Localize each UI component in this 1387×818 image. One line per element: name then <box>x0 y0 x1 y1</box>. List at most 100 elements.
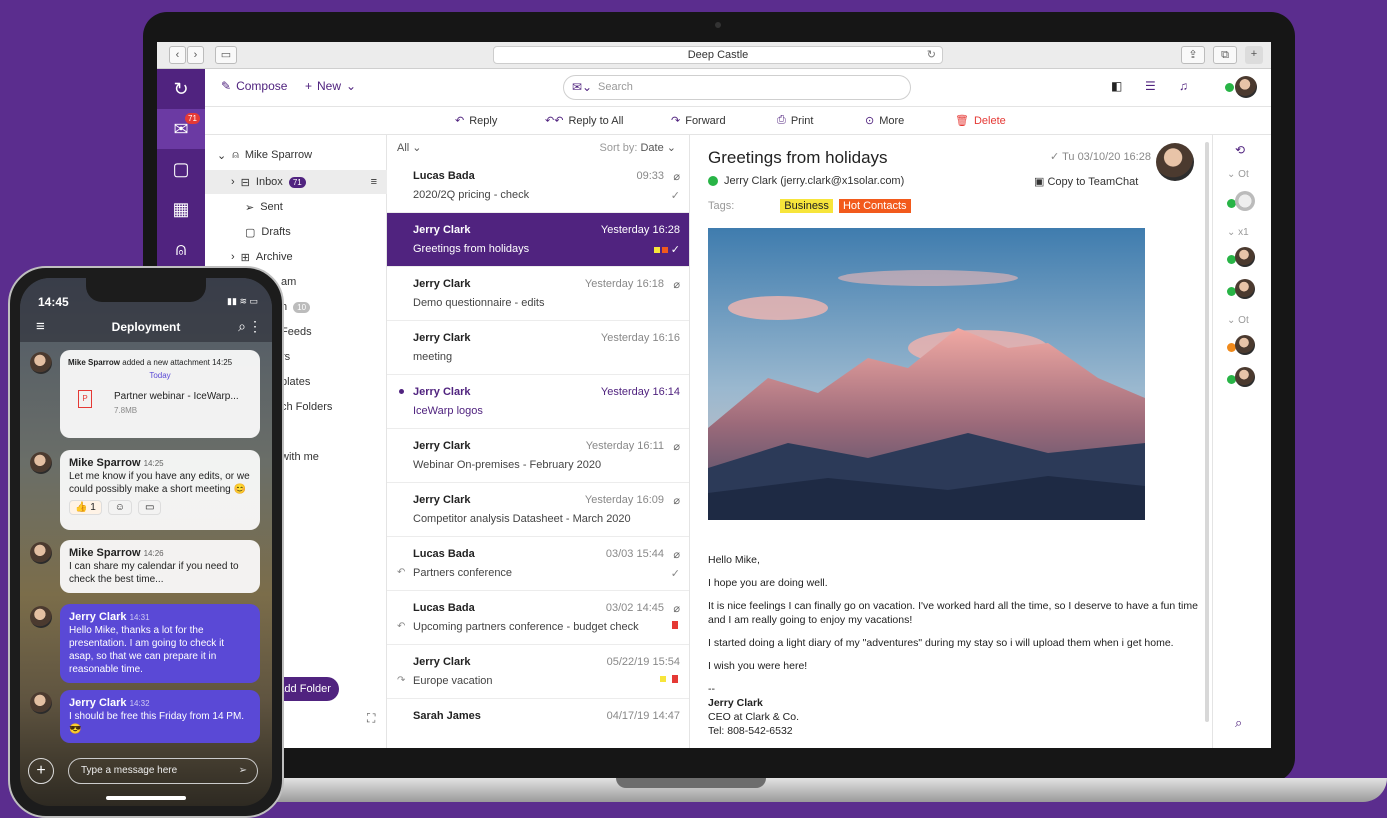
kebab-menu-icon[interactable]: ⋮ <box>248 318 262 335</box>
mail-icon[interactable]: ✉ 71 <box>157 109 205 149</box>
filter-list-icon[interactable]: ☰ <box>1145 79 1156 93</box>
plus-icon: + <box>305 79 313 93</box>
message-date: 03/03 15:44 <box>605 548 664 560</box>
message-row-unread[interactable]: Jerry Clark IceWarp logos Yesterday 16:1… <box>387 375 689 429</box>
filter-dropdown[interactable]: All ⌄ <box>397 141 422 154</box>
tree-icon[interactable]: ⛶ <box>367 711 375 726</box>
message-row[interactable]: Jerry Clark ↷ Europe vacation 05/22/19 1… <box>387 645 689 699</box>
search-icon[interactable]: ⌕ <box>1235 715 1242 731</box>
more-button[interactable]: ⊙ More <box>865 114 904 128</box>
add-reaction-icon[interactable]: ☺ <box>107 500 133 515</box>
flag-icon[interactable] <box>672 675 678 683</box>
thumbs-up-reaction[interactable]: 👍 1 <box>69 500 102 515</box>
menu-icon[interactable]: ≡ <box>371 176 377 188</box>
email-date: ✓ Tu 03/10/20 16:28 <box>1050 150 1151 163</box>
contact-group[interactable]: ⌄ x1 <box>1227 227 1249 238</box>
file-name[interactable]: Partner webinar - IceWarp... <box>114 390 239 403</box>
forward-button[interactable]: ↷ Forward <box>671 114 726 128</box>
contact-group[interactable]: ⌄ Ot <box>1227 169 1249 180</box>
chat-message: Mike Sparrow 14:26 I can share my calend… <box>60 540 260 593</box>
compose-button[interactable]: ✎ Compose <box>221 79 287 93</box>
email-paragraph: I hope you are doing well. <box>708 577 828 589</box>
forwarded-icon: ↷ <box>397 675 406 686</box>
message-from: Jerry Clark <box>413 656 471 668</box>
calendar-icon[interactable]: ▦ <box>157 189 205 229</box>
message-row[interactable]: Jerry Clark meeting Yesterday 16:16 <box>387 321 689 375</box>
reply-button[interactable]: ↶ Reply <box>455 114 497 128</box>
sidebar-toggle-icon[interactable]: ▭ <box>215 46 237 64</box>
reply-thread-icon[interactable]: ▭ <box>138 500 162 515</box>
tag-business-marker <box>654 247 660 253</box>
history-icon[interactable]: ⟲ <box>1235 143 1245 157</box>
contact-avatar[interactable] <box>1235 247 1255 267</box>
message-row[interactable]: Sarah James 04/17/19 14:47 <box>387 699 689 748</box>
message-row[interactable]: Lucas Bada 2020/2Q pricing - check 09:33… <box>387 159 689 213</box>
printer-icon: ⎙ <box>777 114 786 126</box>
message-subject: Europe vacation <box>413 675 493 687</box>
message-row[interactable]: Lucas Bada ↶ Upcoming partners conferenc… <box>387 591 689 645</box>
email-subject: Greetings from holidays <box>708 148 888 167</box>
folder-sent[interactable]: ➢ Sent <box>205 195 387 219</box>
contact-avatar[interactable] <box>1235 367 1255 387</box>
sender-avatar[interactable] <box>1156 143 1194 181</box>
delete-button[interactable]: 🗑 Delete <box>955 114 1006 128</box>
tabs-icon[interactable]: ⧉ <box>1213 46 1237 64</box>
message-row-selected[interactable]: Jerry Clark Greetings from holidays Yest… <box>387 213 689 267</box>
draft-icon: ▢ <box>245 226 256 239</box>
print-button[interactable]: ⎙ Print <box>777 114 813 127</box>
day-divider: Today <box>149 371 171 380</box>
search-icon[interactable]: ⌕ <box>238 318 246 335</box>
message-author: Jerry Clark 14:31 <box>69 611 251 624</box>
envelope-filter-icon[interactable]: ✉⌄ <box>572 76 592 99</box>
layout-icon[interactable]: ◧ <box>1111 79 1122 93</box>
chat-icon[interactable]: ▢ <box>157 149 205 189</box>
search-input[interactable]: ✉⌄ Search <box>563 75 911 100</box>
status-online-dot <box>1225 83 1234 92</box>
reply-all-button[interactable]: ↶↶ Reply to All <box>545 114 623 128</box>
message-row[interactable]: Jerry Clark Competitor analysis Datashee… <box>387 483 689 537</box>
send-icon[interactable]: ➢ <box>239 759 247 783</box>
contact-avatar[interactable] <box>1235 335 1255 355</box>
message-row[interactable]: Lucas Bada ↶ Partners conference 03/03 1… <box>387 537 689 591</box>
signature-separator: -- <box>708 683 715 695</box>
compose-label: Compose <box>236 79 288 93</box>
refresh-icon[interactable]: ↻ <box>157 69 205 109</box>
new-button[interactable]: + New ⌄ <box>305 79 356 93</box>
message-row[interactable]: Jerry Clark Demo questionnaire - edits Y… <box>387 267 689 321</box>
user-avatar[interactable] <box>1235 76 1257 98</box>
tag-hot-contacts[interactable]: Hot Contacts <box>838 199 911 213</box>
back-icon[interactable]: ‹ <box>169 46 186 64</box>
copy-to-teamchat-button[interactable]: ▣ Copy to TeamChat <box>1034 175 1138 188</box>
tags-label: Tags: <box>708 200 735 212</box>
forward-nav-icon[interactable]: › <box>187 46 204 64</box>
flag-icon[interactable] <box>672 621 678 629</box>
tag-business[interactable]: Business <box>780 199 833 213</box>
bell-icon[interactable]: ♫ <box>1179 79 1188 93</box>
add-attachment-button[interactable]: + <box>28 758 54 784</box>
email-paragraph: I wish you were here! <box>708 660 808 672</box>
contacts-icon[interactable]: ⍝ <box>157 229 205 269</box>
message-input[interactable]: Type a message here ➢ <box>68 758 258 784</box>
email-from[interactable]: Jerry Clark (jerry.clark@x1solar.com) <box>708 175 904 187</box>
new-tab-icon[interactable]: + <box>1245 46 1263 64</box>
attachment-note: Mike Sparrow added a new attachment 14:2… <box>68 356 252 369</box>
sort-dropdown[interactable]: Sort by: Date ⌄ <box>600 141 677 154</box>
account-row[interactable]: ⌄ ⍝ Mike Sparrow <box>205 143 387 167</box>
chat-message-own: Jerry Clark 14:32 I should be free this … <box>60 690 260 743</box>
address-bar[interactable]: Deep Castle ↻ <box>493 46 943 64</box>
message-row[interactable]: Jerry Clark Webinar On-premises - Februa… <box>387 429 689 483</box>
contact-avatar[interactable] <box>1235 191 1255 211</box>
contact-group[interactable]: ⌄ Ot <box>1227 315 1249 326</box>
mail-badge: 71 <box>185 113 200 124</box>
reading-scrollbar[interactable] <box>1205 142 1209 722</box>
reload-icon[interactable]: ↻ <box>927 47 936 63</box>
teamchat-icon: ▣ <box>1034 176 1048 188</box>
folder-drafts[interactable]: ▢ Drafts <box>205 220 387 244</box>
share-icon[interactable]: ⇪ <box>1181 46 1205 64</box>
message-list: All ⌄ Sort by: Date ⌄ Lucas Bada 2020/2Q… <box>387 135 690 748</box>
account-name: Mike Sparrow <box>244 149 313 161</box>
folder-label: am <box>281 276 297 288</box>
trash-icon: 🗑 <box>955 115 969 127</box>
folder-inbox[interactable]: › ⊟ Inbox 71 ≡ <box>205 170 387 194</box>
contact-avatar[interactable] <box>1235 279 1255 299</box>
